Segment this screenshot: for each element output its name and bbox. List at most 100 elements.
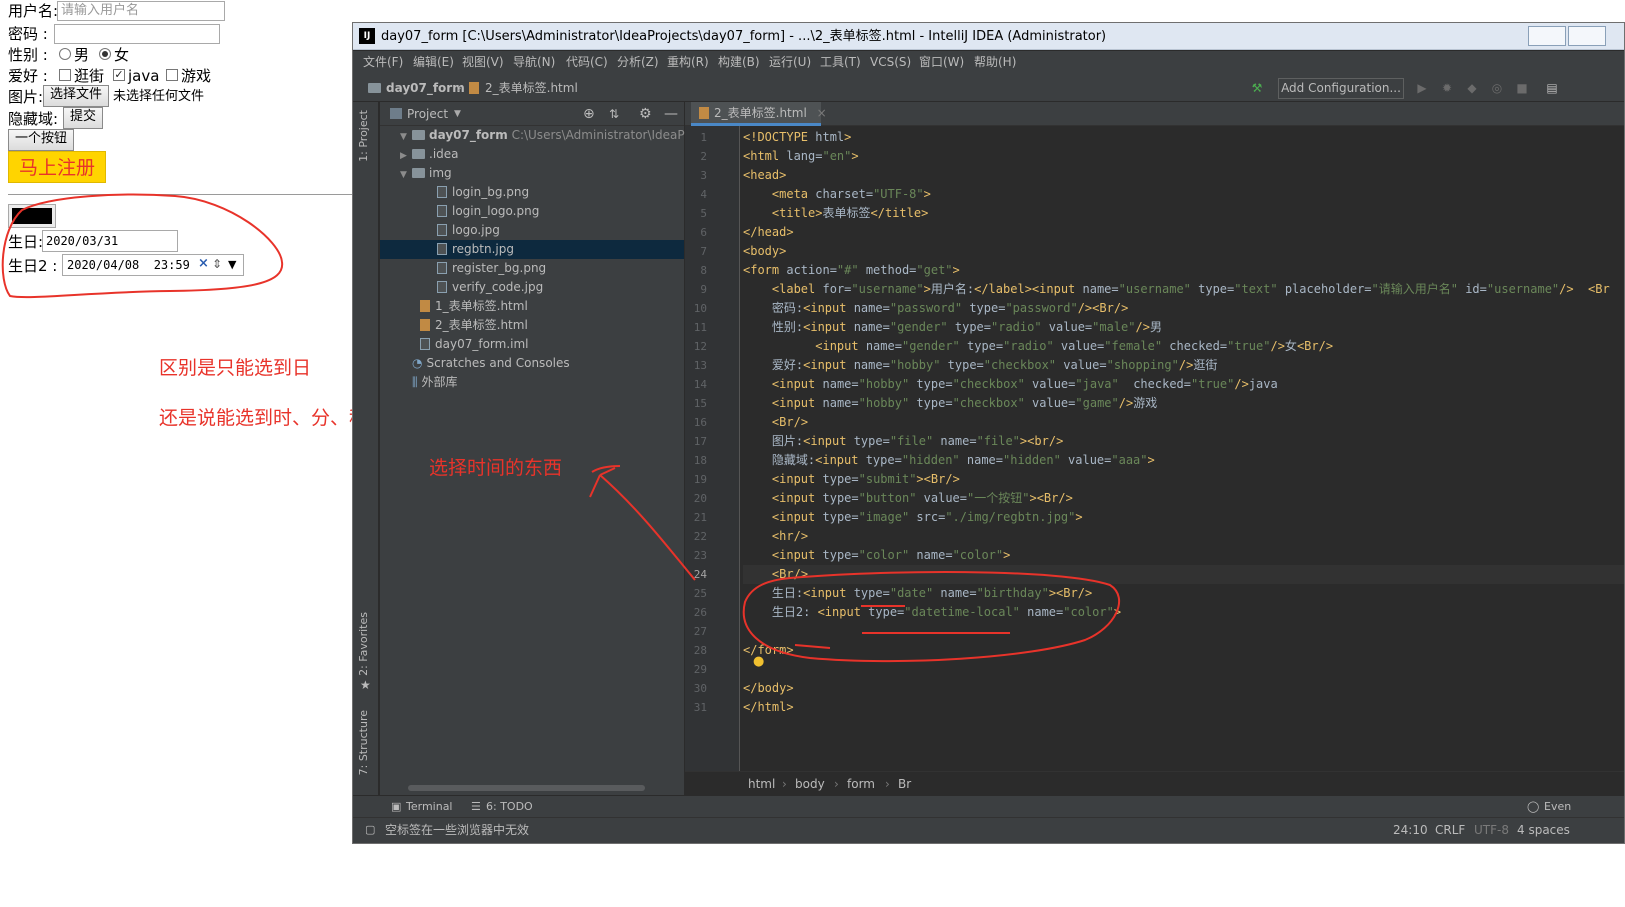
code-line[interactable]: <input type="submit"><Br/>: [743, 470, 960, 489]
event-log-tab[interactable]: Even: [1544, 796, 1571, 818]
project-tool-tab[interactable]: 1: Project: [357, 110, 370, 162]
todo-tab[interactable]: 6: TODO: [486, 796, 533, 818]
tree-folder-img[interactable]: ▼ img: [380, 164, 684, 183]
code-line[interactable]: <head>: [743, 166, 786, 185]
code-line[interactable]: <input type="color" name="color">: [743, 546, 1010, 565]
choose-file-button[interactable]: 选择文件: [43, 85, 109, 107]
register-image-button[interactable]: 马上注册: [8, 151, 106, 183]
code-line[interactable]: <form action="#" method="get">: [743, 261, 960, 280]
profile-icon[interactable]: ◎: [1490, 81, 1504, 95]
code-line[interactable]: </body>: [743, 679, 794, 698]
status-layout-icon[interactable]: ▢: [365, 818, 375, 842]
project-structure-icon[interactable]: ▤: [1545, 81, 1559, 95]
code-line[interactable]: 隐藏域:<input type="hidden" name="hidden" v…: [743, 451, 1155, 470]
editor-tab-active[interactable]: 2_表单标签.html ×: [691, 102, 827, 126]
gear-icon[interactable]: ⚙: [639, 102, 652, 126]
nav-file[interactable]: 2_表单标签.html: [485, 74, 578, 102]
submit-button[interactable]: 提交: [63, 107, 103, 129]
tree-external-libraries[interactable]: ⫼ 外部库: [380, 373, 684, 392]
password-input[interactable]: [54, 24, 220, 44]
tree-file[interactable]: logo.jpg: [380, 221, 684, 240]
menu-edit[interactable]: 编辑(E): [413, 51, 454, 74]
run-icon[interactable]: ▶: [1415, 81, 1429, 95]
gender-male-radio[interactable]: [59, 48, 71, 60]
code-line[interactable]: 生日:<input type="date" name="birthday"><B…: [743, 584, 1092, 603]
nav-project[interactable]: day07_form: [386, 74, 465, 102]
tree-file[interactable]: 1_表单标签.html: [380, 297, 684, 316]
code-line[interactable]: 生日2: <input type="datetime-local" name="…: [743, 603, 1121, 622]
minimize-button[interactable]: [1528, 26, 1566, 46]
tree-file[interactable]: 2_表单标签.html: [380, 316, 684, 335]
menu-analyze[interactable]: 分析(Z): [617, 51, 659, 74]
tree-file[interactable]: verify_code.jpg: [380, 278, 684, 297]
code-line[interactable]: </head>: [743, 223, 794, 242]
maximize-button[interactable]: [1568, 26, 1606, 46]
code-area[interactable]: <!DOCTYPE html> <html lang="en"> <head> <m…: [743, 126, 1624, 771]
birthday-date-input[interactable]: 2020/03/31: [42, 230, 178, 252]
debug-icon[interactable]: ✹: [1440, 81, 1454, 95]
tree-root[interactable]: ▼ day07_form C:\Users\Administrator\IdeaP…: [380, 126, 714, 145]
spinner-icon[interactable]: ⇕: [212, 256, 222, 272]
tree-folder-idea[interactable]: ▶ .idea: [380, 145, 684, 164]
terminal-tab[interactable]: Terminal: [406, 796, 453, 818]
code-line[interactable]: <input name="hobby" type="checkbox" valu…: [743, 394, 1157, 413]
breadcrumb-html[interactable]: html: [748, 772, 775, 796]
menu-vcs[interactable]: VCS(S): [870, 51, 911, 74]
status-line-separator[interactable]: CRLF: [1435, 818, 1465, 842]
hobby-game-checkbox[interactable]: [166, 69, 178, 81]
menu-help[interactable]: 帮助(H): [974, 51, 1016, 74]
dropdown-arrow-icon[interactable]: ▼: [228, 257, 236, 273]
code-line[interactable]: <Br/>: [743, 565, 808, 584]
code-line[interactable]: <input name="gender" type="radio" value=…: [743, 337, 1333, 356]
hobby-java-checkbox[interactable]: ✓: [113, 69, 125, 81]
code-line[interactable]: <label for="username">用户名:</label><input…: [743, 280, 1610, 299]
build-hammer-icon[interactable]: ⚒: [1250, 81, 1264, 95]
menu-build[interactable]: 构建(B): [718, 51, 760, 74]
code-line[interactable]: <input type="button" value="一个按钮"><Br/>: [743, 489, 1073, 508]
locate-file-icon[interactable]: ⊕: [583, 102, 595, 126]
hide-panel-icon[interactable]: —: [664, 102, 678, 126]
status-encoding[interactable]: UTF-8: [1474, 818, 1509, 842]
code-line[interactable]: <input name="hobby" type="checkbox" valu…: [743, 375, 1278, 394]
code-line[interactable]: </html>: [743, 698, 794, 717]
tree-scratches[interactable]: ◔ Scratches and Consoles: [380, 354, 684, 373]
breadcrumb-body[interactable]: body: [795, 772, 825, 796]
color-picker-input[interactable]: [8, 204, 56, 228]
tree-file[interactable]: register_bg.png: [380, 259, 684, 278]
code-line[interactable]: <html lang="en">: [743, 147, 859, 166]
menu-run[interactable]: 运行(U): [769, 51, 811, 74]
menu-navigate[interactable]: 导航(N): [513, 51, 555, 74]
menu-window[interactable]: 窗口(W): [919, 51, 964, 74]
structure-tool-tab[interactable]: 7: Structure: [357, 710, 370, 775]
stop-icon[interactable]: ■: [1515, 81, 1529, 95]
chevron-down-icon[interactable]: ▼: [454, 102, 461, 126]
code-line[interactable]: <hr/>: [743, 527, 808, 546]
menu-refactor[interactable]: 重构(R): [667, 51, 709, 74]
menu-code[interactable]: 代码(C): [566, 51, 608, 74]
tree-file[interactable]: login_bg.png: [380, 183, 684, 202]
code-line[interactable]: <Br/>: [743, 413, 808, 432]
menu-tools[interactable]: 工具(T): [820, 51, 861, 74]
code-line[interactable]: 图片:<input type="file" name="file"><br/>: [743, 432, 1063, 451]
code-line[interactable]: </form>: [743, 641, 794, 660]
menu-file[interactable]: 文件(F): [363, 51, 403, 74]
favorites-tool-tab[interactable]: 2: Favorites: [357, 612, 370, 676]
add-configuration-button[interactable]: Add Configuration...: [1278, 78, 1404, 99]
birthday2-datetime-input[interactable]: 2020/04/08 23:59 × ⇕ ▼: [62, 254, 244, 276]
project-view-selector[interactable]: Project: [407, 102, 448, 126]
tree-file[interactable]: day07_form.iml: [380, 335, 684, 354]
status-caret-position[interactable]: 24:10: [1393, 818, 1428, 842]
hobby-shopping-checkbox[interactable]: [59, 69, 71, 81]
code-line[interactable]: 性别:<input name="gender" type="radio" val…: [743, 318, 1162, 337]
gender-female-radio[interactable]: [99, 48, 111, 60]
project-horizontal-scrollbar[interactable]: [408, 785, 645, 791]
clear-icon[interactable]: ×: [198, 256, 209, 272]
code-line[interactable]: 密码:<input name="password" type="password…: [743, 299, 1128, 318]
status-indent[interactable]: 4 spaces: [1517, 818, 1570, 842]
tree-file-selected[interactable]: regbtn.jpg: [380, 240, 684, 259]
username-input[interactable]: 请输入用户名: [57, 1, 225, 21]
tree-file[interactable]: login_logo.png: [380, 202, 684, 221]
code-line[interactable]: <title>表单标签</title>: [743, 204, 928, 223]
breadcrumb-form[interactable]: form: [847, 772, 875, 796]
code-line[interactable]: <input type="image" src="./img/regbtn.jp…: [743, 508, 1083, 527]
